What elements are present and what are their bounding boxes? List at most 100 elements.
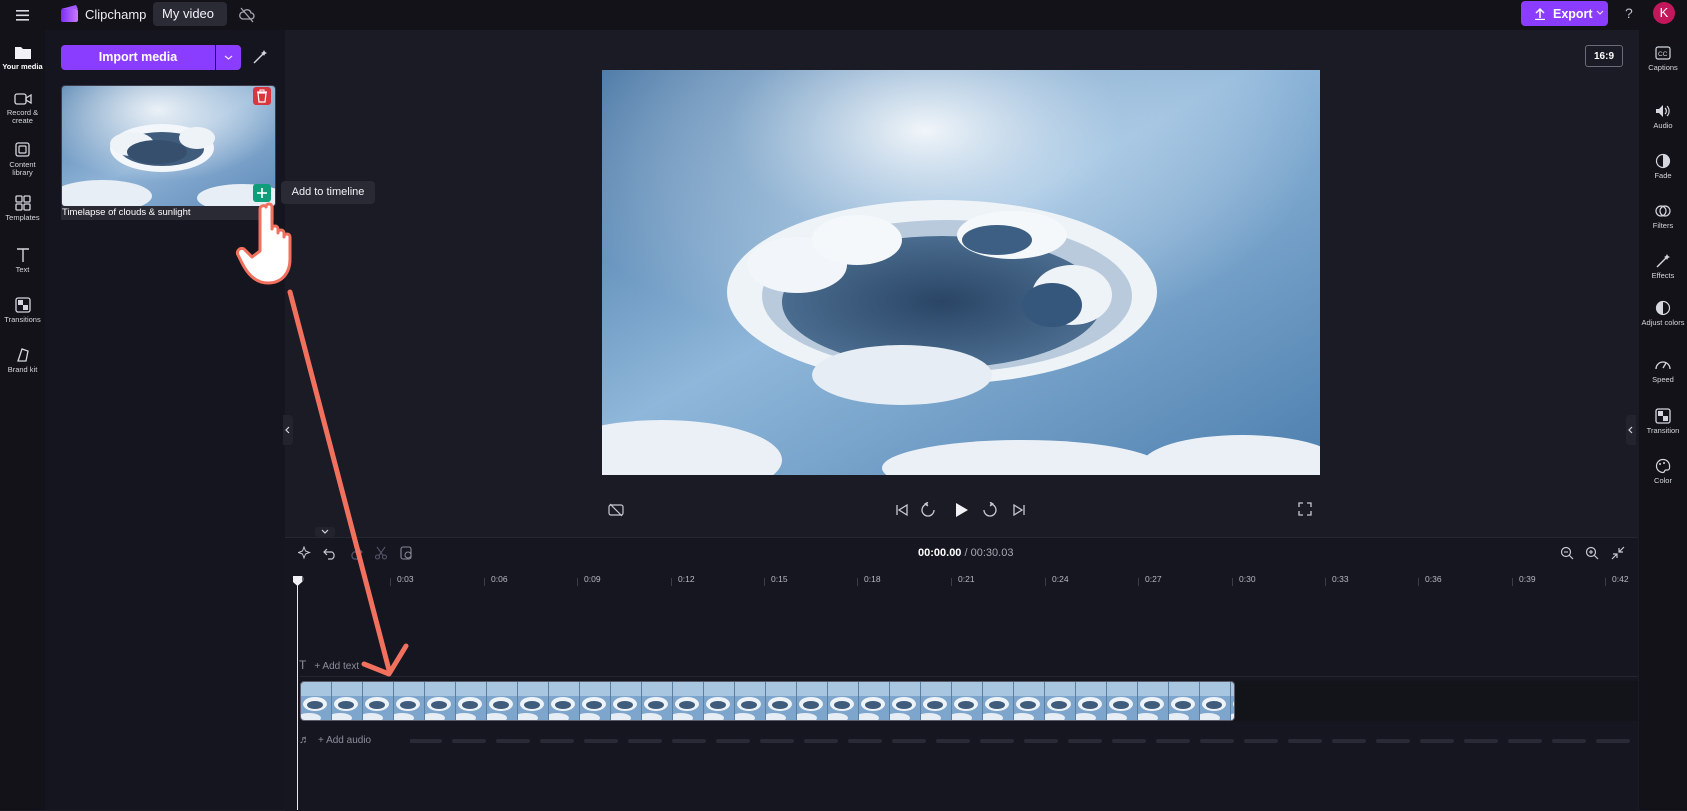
split-button[interactable]	[374, 546, 388, 560]
skip-forward-icon	[1013, 503, 1025, 517]
nav-record-create[interactable]: Record & create	[0, 92, 45, 125]
undo-icon	[323, 548, 335, 560]
clouds-thumbnail-image	[62, 86, 275, 206]
panel-captions[interactable]: CC Captions	[1639, 45, 1687, 72]
ruler-tick: 0:42	[1612, 574, 1629, 584]
play-button[interactable]	[952, 501, 970, 519]
palette-icon	[1655, 458, 1671, 474]
project-title[interactable]: My video	[153, 2, 227, 26]
add-text-label: + Add text	[314, 661, 360, 672]
panel-speed[interactable]: Speed	[1639, 357, 1687, 384]
trash-icon	[257, 89, 267, 103]
zoom-in-button[interactable]	[1585, 546, 1599, 560]
add-to-timeline-button[interactable]	[253, 184, 271, 202]
ruler-tick: 0:36	[1425, 574, 1442, 584]
redo-icon	[351, 548, 363, 560]
ruler-tick: 0:39	[1519, 574, 1536, 584]
panel-label: Fade	[1654, 171, 1672, 180]
play-icon	[956, 503, 968, 517]
magic-wand-icon[interactable]	[252, 49, 268, 65]
nav-content-library[interactable]: Content library	[0, 142, 45, 177]
forward-icon	[983, 502, 997, 517]
video-clip[interactable]	[300, 681, 1235, 721]
ruler-tick: 0:06	[491, 574, 508, 584]
panel-audio[interactable]: Audio	[1639, 103, 1687, 130]
chevron-down-icon	[224, 55, 233, 60]
total-time: / 00:30.03	[964, 547, 1014, 559]
nav-templates[interactable]: Templates	[0, 195, 45, 222]
playhead[interactable]	[297, 578, 298, 810]
forward-5s-button[interactable]	[982, 502, 998, 518]
ruler-divider	[671, 578, 672, 586]
import-media-button[interactable]: Import media	[61, 45, 215, 70]
playhead-handle[interactable]	[292, 575, 303, 587]
panel-effects[interactable]: Effects	[1639, 253, 1687, 280]
collapse-left-panel-button[interactable]	[283, 415, 293, 445]
panel-label: Audio	[1653, 121, 1673, 130]
panel-transition[interactable]: Transition	[1639, 408, 1687, 435]
chevron-left-icon	[1628, 426, 1633, 434]
nav-transitions[interactable]: Transitions	[0, 297, 45, 324]
skip-back-button[interactable]	[894, 502, 910, 518]
add-audio-label: + Add audio	[318, 735, 372, 746]
redo-button[interactable]	[349, 546, 363, 560]
audio-placeholder-wave	[410, 736, 1635, 746]
aspect-ratio-button[interactable]: 16:9	[1585, 45, 1623, 67]
track-divider	[300, 676, 1638, 677]
help-icon[interactable]: ?	[1625, 5, 1633, 21]
fullscreen-button[interactable]	[1298, 502, 1312, 516]
library-icon	[14, 142, 30, 157]
panel-color[interactable]: Color	[1639, 458, 1687, 485]
sparkle-icon	[298, 546, 311, 560]
scissors-icon	[374, 546, 388, 560]
templates-icon	[14, 195, 31, 211]
ruler-tick: 0:09	[584, 574, 601, 584]
fit-timeline-button[interactable]	[1611, 546, 1625, 560]
avatar[interactable]: K	[1653, 2, 1675, 24]
zoom-out-icon	[1560, 546, 1574, 560]
panel-adjust-colors[interactable]: Adjust colors	[1639, 300, 1687, 327]
nav-label: Transitions	[4, 315, 41, 324]
ruler-divider	[484, 578, 485, 586]
import-dropdown-button[interactable]	[216, 45, 241, 70]
rewind-5s-button[interactable]	[920, 502, 936, 518]
nav-label: Record & create	[6, 108, 39, 125]
magic-tool-button[interactable]	[298, 546, 312, 560]
audio-track[interactable]: ♬ + Add audio	[299, 730, 371, 750]
ruler-divider	[1512, 578, 1513, 586]
ruler-tick: 0:33	[1332, 574, 1349, 584]
ruler-divider	[951, 578, 952, 586]
collapse-timeline-button[interactable]	[315, 527, 335, 537]
clouds-preview-image	[602, 70, 1320, 475]
ruler-divider	[1232, 578, 1233, 586]
ruler-tick: 0:21	[958, 574, 975, 584]
zoom-out-button[interactable]	[1560, 546, 1574, 560]
chevron-down-icon	[315, 527, 335, 537]
nav-text[interactable]: Text	[0, 247, 45, 274]
text-track[interactable]: T + Add text	[299, 655, 359, 675]
export-button[interactable]: Export	[1521, 1, 1608, 26]
panel-label: Speed	[1652, 375, 1674, 384]
media-thumbnail[interactable]	[61, 85, 276, 207]
ruler-divider	[1418, 578, 1419, 586]
panel-label: Transition	[1646, 426, 1680, 435]
nav-brand-kit[interactable]: Brand kit	[0, 347, 45, 374]
skip-forward-button[interactable]	[1011, 502, 1027, 518]
captions-off-button[interactable]	[608, 502, 624, 518]
panel-filters[interactable]: Filters	[1639, 203, 1687, 230]
current-time: 00:00.00	[918, 547, 962, 559]
delete-media-button[interactable]	[253, 87, 271, 105]
ruler-divider	[857, 578, 858, 586]
clip-filmstrip	[301, 682, 1234, 720]
nav-your-media[interactable]: Your media	[0, 44, 45, 71]
collapse-arrows-icon	[1611, 546, 1625, 560]
caption-off-icon	[608, 503, 624, 517]
panel-fade[interactable]: Fade	[1639, 153, 1687, 180]
collapse-right-panel-button[interactable]	[1626, 415, 1636, 445]
delete-clip-button[interactable]	[399, 546, 413, 560]
nav-label: Templates	[5, 213, 40, 222]
speed-icon	[1655, 361, 1671, 370]
undo-button[interactable]	[323, 546, 337, 560]
text-icon	[16, 248, 29, 262]
menu-icon[interactable]	[12, 5, 34, 25]
